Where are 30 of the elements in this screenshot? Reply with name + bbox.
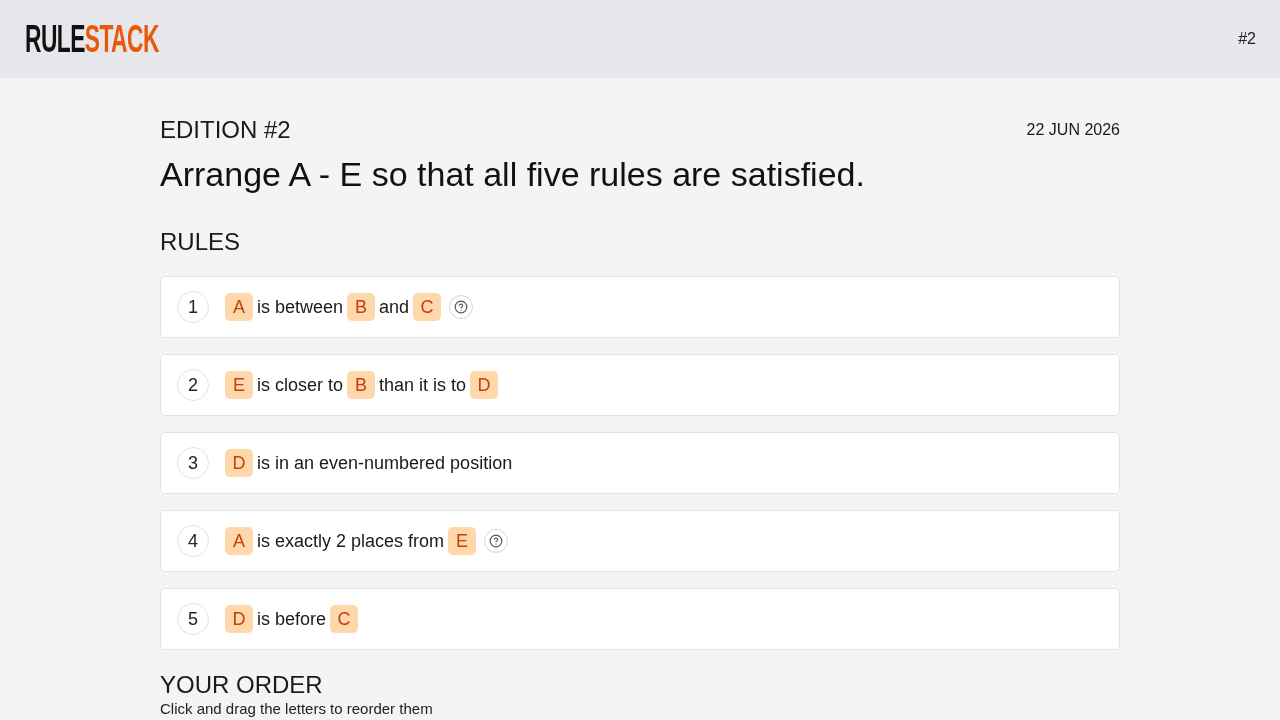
rule-text: is before bbox=[257, 608, 327, 631]
letter-tag: D bbox=[225, 449, 253, 477]
letter-tag: E bbox=[448, 527, 477, 555]
letter-tag: C bbox=[413, 293, 442, 321]
letter-tag: A bbox=[225, 527, 253, 555]
letter-tag: C bbox=[330, 605, 359, 633]
date-label: 22 JUN 2026 bbox=[1026, 120, 1120, 140]
question-circle-icon bbox=[489, 534, 504, 548]
edition-label: EDITION #2 bbox=[160, 115, 291, 145]
puzzle-title: Arrange A - E so that all five rules are satisfied. bbox=[160, 154, 866, 195]
letter-tag: D bbox=[470, 371, 499, 399]
order-heading: YOUR ORDER bbox=[160, 670, 324, 700]
letter-tag: E bbox=[225, 371, 253, 399]
question-circle-icon bbox=[454, 300, 469, 314]
letter-tag: D bbox=[225, 605, 253, 633]
order-instructions: Click and drag the letters to reorder them bbox=[160, 700, 434, 717]
letter-tag: B bbox=[347, 371, 376, 399]
letter-tag: B bbox=[347, 293, 376, 321]
help-button[interactable] bbox=[449, 295, 474, 319]
letter-tag: A bbox=[225, 293, 253, 321]
rule-text: and bbox=[379, 296, 410, 319]
help-button[interactable] bbox=[484, 529, 509, 553]
logo[interactable]: RULESTACK bbox=[25, 24, 159, 54]
rules-heading: RULES bbox=[160, 227, 242, 257]
rule-text: is exactly 2 places from bbox=[257, 530, 445, 553]
rule-text: than it is to bbox=[379, 374, 467, 397]
rule-text: is between bbox=[257, 296, 344, 319]
edition-tag: #2 bbox=[1238, 27, 1256, 51]
rule-text: is closer to bbox=[257, 374, 344, 397]
rule-text: is in an even-numbered position bbox=[257, 452, 513, 475]
